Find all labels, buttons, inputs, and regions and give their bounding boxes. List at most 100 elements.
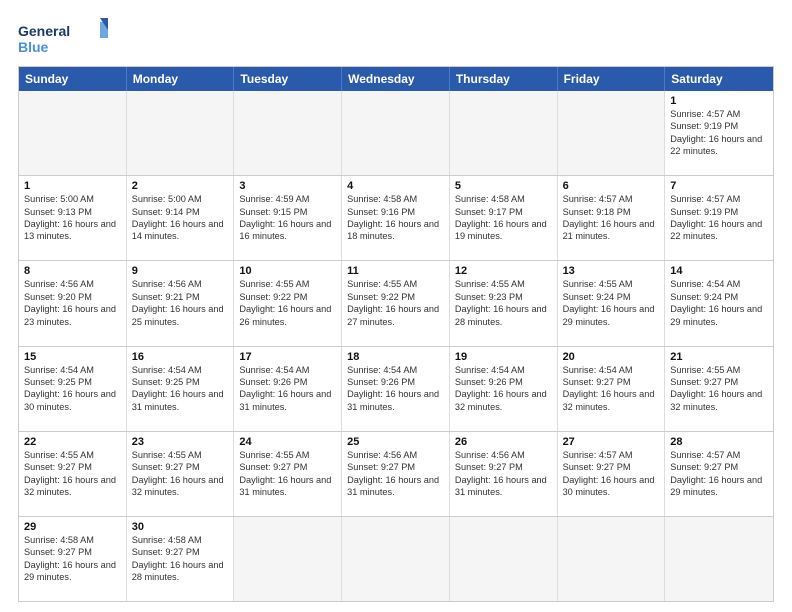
cal-cell: 29Sunrise: 4:58 AMSunset: 9:27 PMDayligh… [19,517,127,601]
day-number: 26 [455,436,552,448]
sunset-text: Sunset: 9:24 PM [563,291,660,303]
cal-cell: 22Sunrise: 4:55 AMSunset: 9:27 PMDayligh… [19,432,127,516]
sunset-text: Sunset: 9:27 PM [563,461,660,473]
daylight-text: Daylight: 16 hours and 22 minutes. [670,218,768,243]
daylight-text: Daylight: 16 hours and 23 minutes. [24,303,121,328]
sunset-text: Sunset: 9:20 PM [24,291,121,303]
cal-cell: 15Sunrise: 4:54 AMSunset: 9:25 PMDayligh… [19,347,127,431]
daylight-text: Daylight: 16 hours and 29 minutes. [563,303,660,328]
day-number: 25 [347,436,444,448]
day-number: 10 [239,265,336,277]
cal-week-3: 8Sunrise: 4:56 AMSunset: 9:20 PMDaylight… [19,260,773,345]
sunset-text: Sunset: 9:27 PM [24,546,121,558]
cal-cell: 1Sunrise: 5:00 AMSunset: 9:13 PMDaylight… [19,176,127,260]
cal-cell: 26Sunrise: 4:56 AMSunset: 9:27 PMDayligh… [450,432,558,516]
page: General Blue SundayMondayTuesdayWednesda… [0,0,792,612]
sunrise-text: Sunrise: 4:58 AM [347,193,444,205]
sunrise-text: Sunrise: 4:59 AM [239,193,336,205]
sunrise-text: Sunrise: 5:00 AM [24,193,121,205]
day-number: 2 [132,180,229,192]
cal-cell [665,517,773,601]
sunset-text: Sunset: 9:27 PM [239,461,336,473]
day-number: 3 [239,180,336,192]
day-number: 19 [455,351,552,363]
sunrise-text: Sunrise: 4:54 AM [563,364,660,376]
cal-cell: 23Sunrise: 4:55 AMSunset: 9:27 PMDayligh… [127,432,235,516]
svg-text:General: General [18,23,70,39]
cal-cell: 17Sunrise: 4:54 AMSunset: 9:26 PMDayligh… [234,347,342,431]
daylight-text: Daylight: 16 hours and 31 minutes. [455,474,552,499]
cal-cell: 10Sunrise: 4:55 AMSunset: 9:22 PMDayligh… [234,261,342,345]
day-number: 1 [24,180,121,192]
cal-header-sunday: Sunday [19,67,127,91]
sunrise-text: Sunrise: 4:56 AM [347,449,444,461]
cal-cell: 30Sunrise: 4:58 AMSunset: 9:27 PMDayligh… [127,517,235,601]
day-number: 17 [239,351,336,363]
sunrise-text: Sunrise: 4:54 AM [24,364,121,376]
cal-cell: 25Sunrise: 4:56 AMSunset: 9:27 PMDayligh… [342,432,450,516]
cal-cell [558,91,666,175]
calendar: SundayMondayTuesdayWednesdayThursdayFrid… [18,66,774,602]
cal-cell [558,517,666,601]
sunrise-text: Sunrise: 4:57 AM [563,449,660,461]
day-number: 30 [132,521,229,533]
cal-cell: 24Sunrise: 4:55 AMSunset: 9:27 PMDayligh… [234,432,342,516]
day-number: 29 [24,521,121,533]
sunset-text: Sunset: 9:22 PM [347,291,444,303]
sunset-text: Sunset: 9:27 PM [347,461,444,473]
day-number: 13 [563,265,660,277]
day-number: 22 [24,436,121,448]
day-number: 15 [24,351,121,363]
daylight-text: Daylight: 16 hours and 21 minutes. [563,218,660,243]
cal-cell: 27Sunrise: 4:57 AMSunset: 9:27 PMDayligh… [558,432,666,516]
cal-cell: 19Sunrise: 4:54 AMSunset: 9:26 PMDayligh… [450,347,558,431]
daylight-text: Daylight: 16 hours and 28 minutes. [455,303,552,328]
day-number: 18 [347,351,444,363]
daylight-text: Daylight: 16 hours and 13 minutes. [24,218,121,243]
daylight-text: Daylight: 16 hours and 22 minutes. [670,133,768,158]
sunset-text: Sunset: 9:25 PM [24,376,121,388]
day-number: 23 [132,436,229,448]
day-number: 9 [132,265,229,277]
sunset-text: Sunset: 9:27 PM [132,546,229,558]
cal-cell [234,91,342,175]
sunset-text: Sunset: 9:19 PM [670,206,768,218]
sunrise-text: Sunrise: 4:57 AM [670,108,768,120]
day-number: 24 [239,436,336,448]
cal-week-1: 1Sunrise: 4:57 AMSunset: 9:19 PMDaylight… [19,91,773,175]
daylight-text: Daylight: 16 hours and 32 minutes. [455,388,552,413]
cal-cell [127,91,235,175]
calendar-header: SundayMondayTuesdayWednesdayThursdayFrid… [19,67,773,91]
sunset-text: Sunset: 9:18 PM [563,206,660,218]
sunrise-text: Sunrise: 4:55 AM [239,278,336,290]
daylight-text: Daylight: 16 hours and 32 minutes. [563,388,660,413]
header: General Blue [18,18,774,58]
daylight-text: Daylight: 16 hours and 31 minutes. [132,388,229,413]
cal-cell: 8Sunrise: 4:56 AMSunset: 9:20 PMDaylight… [19,261,127,345]
sunrise-text: Sunrise: 4:58 AM [455,193,552,205]
sunset-text: Sunset: 9:25 PM [132,376,229,388]
day-number: 20 [563,351,660,363]
cal-cell: 2Sunrise: 5:00 AMSunset: 9:14 PMDaylight… [127,176,235,260]
daylight-text: Daylight: 16 hours and 30 minutes. [24,388,121,413]
sunset-text: Sunset: 9:23 PM [455,291,552,303]
sunrise-text: Sunrise: 4:55 AM [239,449,336,461]
sunrise-text: Sunrise: 4:57 AM [563,193,660,205]
sunrise-text: Sunrise: 4:58 AM [24,534,121,546]
daylight-text: Daylight: 16 hours and 19 minutes. [455,218,552,243]
daylight-text: Daylight: 16 hours and 14 minutes. [132,218,229,243]
cal-cell: 5Sunrise: 4:58 AMSunset: 9:17 PMDaylight… [450,176,558,260]
daylight-text: Daylight: 16 hours and 16 minutes. [239,218,336,243]
sunset-text: Sunset: 9:24 PM [670,291,768,303]
sunrise-text: Sunrise: 4:56 AM [132,278,229,290]
sunrise-text: Sunrise: 4:54 AM [347,364,444,376]
sunset-text: Sunset: 9:22 PM [239,291,336,303]
cal-cell: 6Sunrise: 4:57 AMSunset: 9:18 PMDaylight… [558,176,666,260]
daylight-text: Daylight: 16 hours and 29 minutes. [670,474,768,499]
cal-week-6: 29Sunrise: 4:58 AMSunset: 9:27 PMDayligh… [19,516,773,601]
daylight-text: Daylight: 16 hours and 26 minutes. [239,303,336,328]
cal-cell: 13Sunrise: 4:55 AMSunset: 9:24 PMDayligh… [558,261,666,345]
sunset-text: Sunset: 9:13 PM [24,206,121,218]
sunset-text: Sunset: 9:26 PM [347,376,444,388]
cal-cell: 4Sunrise: 4:58 AMSunset: 9:16 PMDaylight… [342,176,450,260]
